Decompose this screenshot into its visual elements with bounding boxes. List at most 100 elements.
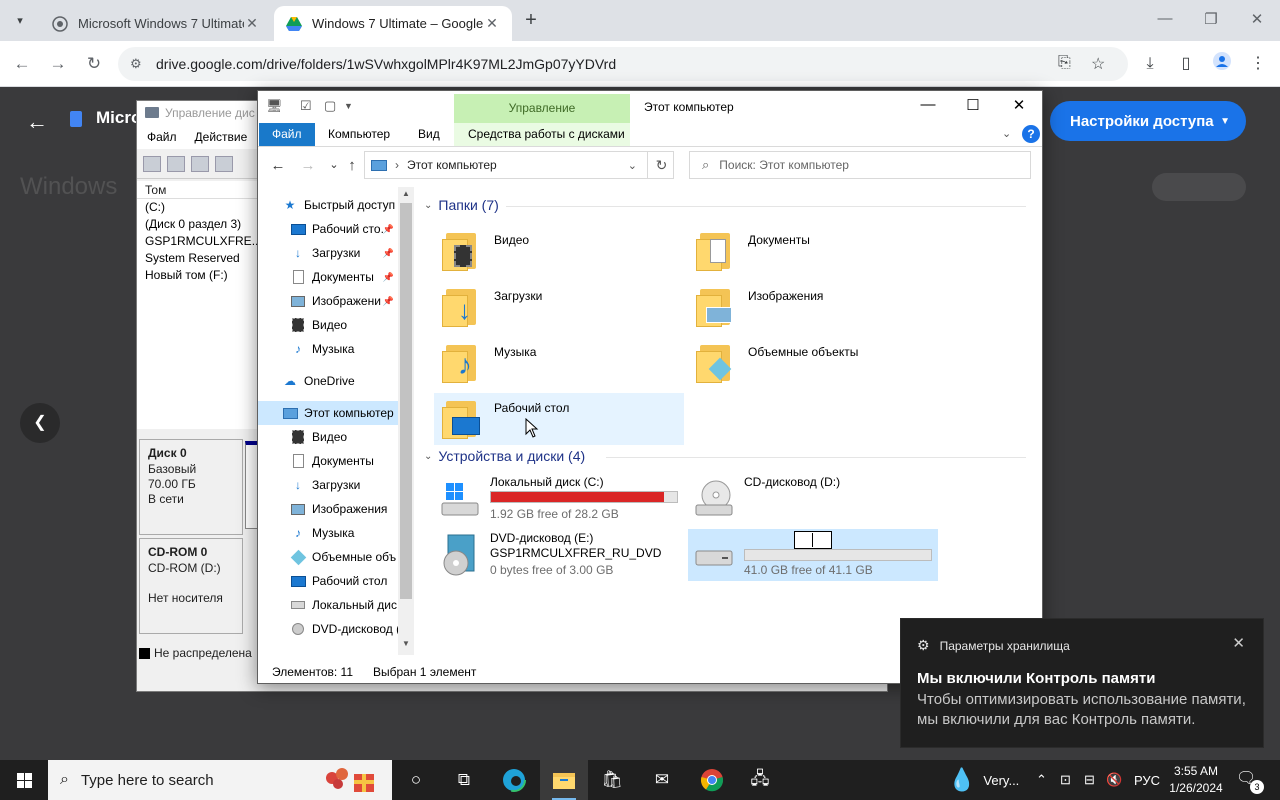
folder-tile-downloads[interactable]: ↓ Загрузки (434, 281, 684, 333)
forward-icon[interactable] (167, 155, 185, 172)
tab-computer[interactable]: Компьютер (318, 123, 400, 146)
ribbon-context-header[interactable]: Управление (454, 94, 630, 123)
storage-sense-notification[interactable]: ⚙ Параметры хранилища ✕ Мы включили Конт… (900, 618, 1264, 748)
table-row[interactable]: System Reserved (137, 250, 260, 267)
input-language[interactable]: РУС (1134, 760, 1160, 800)
address-bar[interactable]: › Этот компьютер ⌄ (364, 151, 674, 179)
search-input[interactable]: ⌕ Поиск: Этот компьютер (689, 151, 1031, 179)
back-icon[interactable] (143, 155, 161, 172)
cortana-icon[interactable]: ○ (392, 760, 440, 800)
forward-arrow-icon[interactable]: → (298, 157, 318, 174)
back-arrow-icon[interactable]: ← (10, 52, 34, 76)
folder-tile-music[interactable]: ♪ Музыка (434, 337, 684, 389)
nav-item[interactable]: Рабочий сто. 📌 (258, 217, 398, 241)
close-tab-icon[interactable]: ✕ (244, 15, 260, 32)
gift-flowers-icon[interactable] (322, 766, 378, 794)
action-center-icon[interactable]: 🗨 3 (1236, 768, 1264, 794)
reload-icon[interactable]: ↻ (82, 52, 106, 76)
nav-item[interactable]: Этот компьютер (258, 401, 398, 425)
chevron-down-icon[interactable]: ⌄ (1002, 127, 1011, 140)
folder-tile-video[interactable]: Видео (434, 225, 684, 277)
share-settings-button[interactable]: Настройки доступа ▼ (1050, 101, 1246, 141)
folder-tile-pictures[interactable]: Изображения (688, 281, 938, 333)
installer-icon[interactable]: 🖧 (736, 760, 784, 800)
nav-item[interactable]: DVD-дисковод ( (258, 617, 398, 641)
clock[interactable]: 3:55 AM 1/26/2024 (1160, 763, 1232, 797)
back-arrow-icon[interactable]: ← (268, 157, 288, 174)
restore-icon[interactable]: ❐ (1199, 10, 1223, 28)
group-header-devices[interactable]: ⌄ Устройства и диски (4) (424, 448, 585, 464)
close-tab-icon[interactable]: ✕ (484, 15, 500, 32)
nav-item[interactable]: ♪ Музыка (258, 521, 398, 545)
download-icon[interactable]: ⤓ (1138, 52, 1162, 76)
mail-icon[interactable]: ✉ (638, 760, 686, 800)
group-header-folders[interactable]: ⌄ Папки (7) (424, 197, 499, 213)
side-panel-icon[interactable]: ▯ (1174, 52, 1198, 76)
table-row[interactable]: (C:) (137, 199, 260, 216)
close-icon[interactable]: ✕ (1232, 634, 1245, 652)
chevron-down-icon[interactable]: ⌄ (424, 200, 432, 211)
minimize-icon[interactable]: — (1153, 10, 1177, 27)
file-explorer-taskbar-icon[interactable] (540, 760, 588, 800)
table-row[interactable]: Новый том (F:) (137, 267, 260, 284)
folder-tile-documents[interactable]: Документы (688, 225, 938, 277)
kebab-menu-icon[interactable]: ⋮ (1246, 52, 1270, 76)
help-icon[interactable]: ? (1022, 125, 1040, 143)
recent-locations-icon[interactable]: ⌄ (324, 158, 344, 171)
drive-tile-f[interactable]: 41.0 GB free of 41.1 GB (688, 529, 938, 581)
address-bar[interactable]: ⚙ drive.google.com/drive/folders/1wSVwhx… (118, 47, 1128, 81)
table-row[interactable]: (Диск 0 раздел 3) (137, 216, 260, 233)
browser-tab-1[interactable]: Microsoft Windows 7 Ultimate ✕ (40, 6, 272, 41)
task-view-icon[interactable]: ⧉ (440, 760, 488, 800)
network-icon[interactable]: ⊟ (1084, 760, 1095, 800)
customize-toolbar-icon[interactable]: ▼ (344, 101, 353, 111)
tab-file[interactable]: Файл (259, 123, 315, 146)
close-icon[interactable]: ✕ (1004, 96, 1034, 114)
previous-file-button[interactable]: ❮ (20, 403, 60, 443)
chevron-down-icon[interactable]: ▼ (1220, 116, 1230, 127)
maximize-icon[interactable]: ☐ (958, 96, 988, 114)
folder-tile-3d-objects[interactable]: Объемные объекты (688, 337, 938, 389)
bookmark-star-icon[interactable]: ☆ (1091, 54, 1105, 74)
nav-scrollbar[interactable]: ▲ ▼ (398, 187, 414, 655)
tab-view[interactable]: Вид (408, 123, 450, 146)
column-header[interactable]: Том (137, 181, 260, 199)
refresh-icon[interactable]: ↻ (647, 151, 675, 179)
chrome-icon[interactable] (688, 760, 736, 800)
breadcrumb-item[interactable]: Этот компьютер (407, 158, 497, 172)
help-icon[interactable] (215, 155, 233, 172)
folder-tile-desktop[interactable]: Рабочий стол (434, 393, 684, 445)
site-info-icon[interactable]: ⚙ (130, 56, 146, 72)
rename-box[interactable] (794, 531, 832, 549)
forward-arrow-icon[interactable]: → (46, 52, 70, 76)
profile-avatar-icon[interactable] (1210, 52, 1234, 76)
store-icon[interactable]: 🛍 (588, 760, 636, 800)
chevron-down-icon[interactable]: ⌄ (424, 451, 432, 462)
scroll-down-icon[interactable]: ▼ (398, 639, 414, 648)
new-folder-icon[interactable]: ▢ (324, 98, 336, 114)
drive-tile-d[interactable]: CD-дисковод (D:) (688, 473, 938, 525)
nav-item[interactable]: ☁ OneDrive (258, 369, 398, 393)
minimize-icon[interactable]: — (913, 96, 943, 113)
disk-0-panel[interactable]: Диск 0 Базовый 70.00 ГБ В сети (139, 439, 243, 535)
nav-item[interactable]: Локальный дис (258, 593, 398, 617)
nav-item[interactable]: Документы (258, 449, 398, 473)
nav-item[interactable]: Объемные объ (258, 545, 398, 569)
new-tab-button[interactable]: + (520, 9, 542, 31)
start-button[interactable] (0, 760, 48, 800)
nav-item[interactable]: ↓ Загрузки (258, 473, 398, 497)
nav-item[interactable]: ♪ Музыка (258, 337, 398, 361)
meet-now-icon[interactable]: ⊡ (1060, 760, 1071, 800)
nav-item[interactable]: Документы 📌 (258, 265, 398, 289)
drive-tile-e[interactable]: DVD-дисковод (E:) GSP1RMCULXFRER_RU_DVD … (434, 529, 684, 581)
view-toggle[interactable] (1152, 173, 1246, 201)
up-arrow-icon[interactable]: ↑ (342, 157, 362, 174)
cdrom-0-panel[interactable]: CD-ROM 0 CD-ROM (D:) Нет носителя (139, 538, 243, 634)
menu-action[interactable]: Действие (195, 130, 248, 144)
nav-item[interactable]: Видео (258, 313, 398, 337)
chevron-down-icon[interactable]: ⌄ (628, 159, 637, 172)
tab-search-button[interactable]: ▾ (8, 8, 32, 32)
show-hidden-icons-icon[interactable]: ⌃ (1036, 760, 1047, 800)
nav-item[interactable]: ↓ Загрузки 📌 (258, 241, 398, 265)
nav-item[interactable]: Рабочий стол (258, 569, 398, 593)
